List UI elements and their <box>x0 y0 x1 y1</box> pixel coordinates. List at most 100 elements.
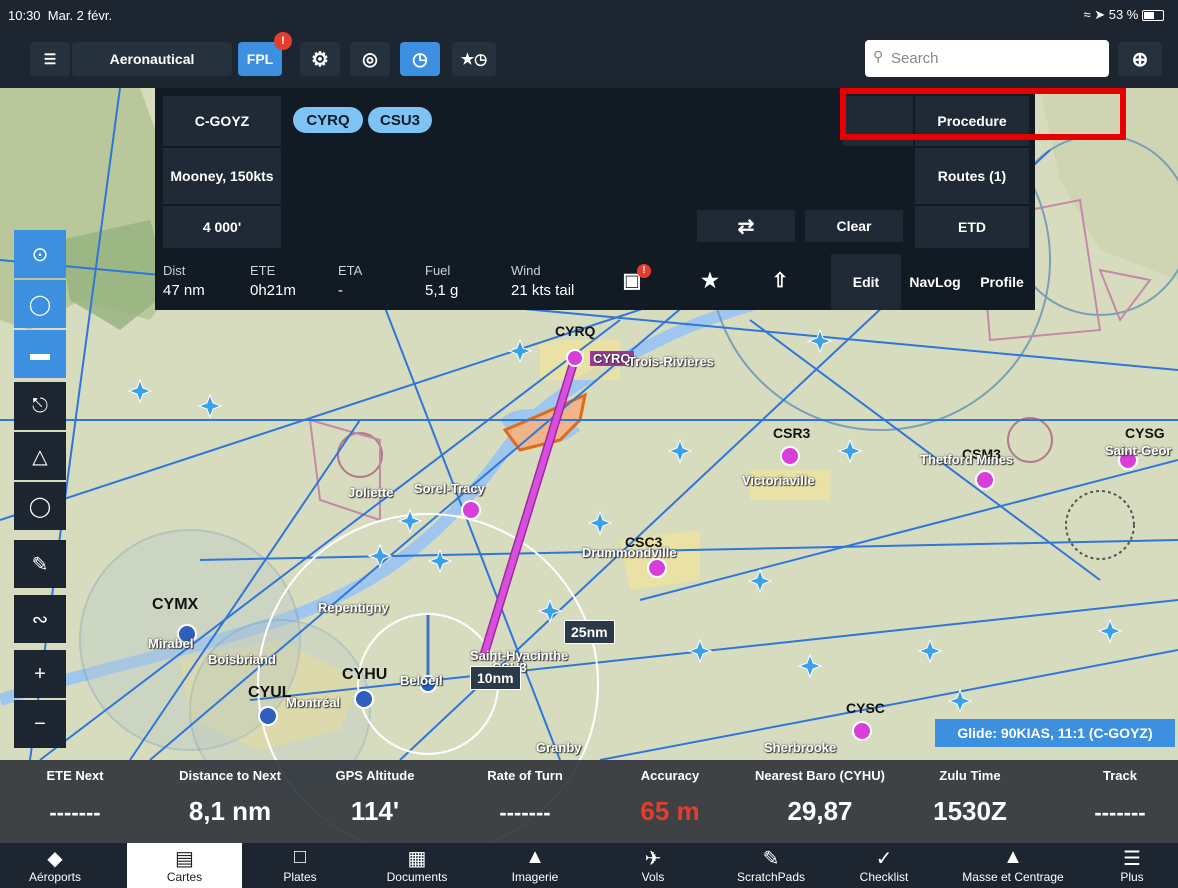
fpl-badge: ! <box>274 32 292 50</box>
layers-button[interactable]: ☰ <box>30 42 70 76</box>
waypoint-chip[interactable]: CSU3 <box>368 107 432 133</box>
share-button[interactable]: ⇧ <box>755 258 805 302</box>
map-icon: ▤ <box>175 848 194 870</box>
share-icon: ⇧ <box>771 269 789 292</box>
weight-icon: ▲ <box>1003 846 1023 868</box>
profile-view-button[interactable]: ⎋ <box>14 382 66 430</box>
tab-documents[interactable]: ▦ Documents <box>362 843 472 888</box>
accuracy-value: 65 m <box>640 796 700 826</box>
tab-plates[interactable]: □ Plates <box>245 843 355 888</box>
track-label: Track <box>1103 768 1137 783</box>
airport-marker <box>975 470 995 490</box>
tab-scratchpads[interactable]: ✎ ScratchPads <box>716 843 826 888</box>
tab-masse-centrage[interactable]: ▲ Masse et Centrage <box>948 843 1078 888</box>
zoom-in-button[interactable]: + <box>14 650 66 698</box>
tab-imagerie[interactable]: ▲ Imagerie <box>480 843 590 888</box>
city-label-beloeil: Beloeil <box>400 673 443 688</box>
highway-button[interactable]: ◯ <box>14 482 66 530</box>
documents-button[interactable]: ▣ ! <box>607 258 657 302</box>
tab-label: Cartes <box>166 870 203 884</box>
wifi-icon: ≈ <box>1083 7 1091 22</box>
airport-label-csr3[interactable]: CSR3 <box>773 425 810 441</box>
terrain-button[interactable]: △ <box>14 432 66 480</box>
plane-icon: ✈ <box>644 848 662 870</box>
profile-tab[interactable]: Profile <box>969 254 1035 310</box>
navlog-tab[interactable]: NavLog <box>903 254 967 310</box>
city-label-granby: Granby <box>536 740 582 755</box>
reverse-route-button[interactable]: ⇄ <box>697 210 795 242</box>
zoom-out-button[interactable]: − <box>14 700 66 748</box>
tab-bar: ◆ Aéroports ▤ Cartes □ Plates ▦ Documents ▲ I… <box>0 843 1178 888</box>
recent-favorites-button[interactable]: ★◷ <box>452 42 496 76</box>
star-clock-icon: ★◷ <box>460 51 488 68</box>
range-ring-label-10nm: 10nm <box>470 666 521 690</box>
routes-button[interactable]: Routes (1) <box>915 148 1029 204</box>
star-icon: ★ <box>701 269 719 292</box>
rate-of-turn-value: ------- <box>499 800 551 825</box>
gauge-icon: ◷ <box>412 48 428 69</box>
favorite-button[interactable]: ★ <box>685 258 735 302</box>
airport-label-cymx[interactable]: CYMX <box>152 596 198 614</box>
rate-of-turn-label: Rate of Turn <box>487 768 563 783</box>
distance-next-value: 8,1 nm <box>188 796 272 826</box>
track-up-button[interactable]: ⊙ <box>14 230 66 278</box>
tab-label: ScratchPads <box>736 870 806 884</box>
status-time: 10:30 Mar. 2 févr. <box>8 8 113 23</box>
etd-button[interactable]: ETD <box>915 206 1029 248</box>
airport-label-cyrq[interactable]: CYRQ <box>555 323 595 339</box>
aircraft-type-button[interactable]: Mooney, 150kts <box>163 148 281 204</box>
target-icon: ⊙ <box>31 243 49 266</box>
tab-label: Vols <box>641 870 665 884</box>
ete-value: 0h21m <box>250 282 296 299</box>
tab-plus[interactable]: ☰ Plus <box>1092 843 1172 888</box>
settings-button[interactable]: ⚙ <box>300 42 340 76</box>
tab-aeroports[interactable]: ◆ Aéroports <box>0 843 110 888</box>
glide-advisory[interactable]: Glide: 90KIAS, 11:1 (C-GOYZ) <box>935 719 1175 747</box>
city-label-drummondville: Drummondville <box>582 545 677 560</box>
waypoint-chip[interactable]: CYRQ <box>293 107 363 133</box>
status-bar: 10:30 Mar. 2 févr. ≈ ➤ 53 % <box>0 0 1178 30</box>
fpl-label: FPL <box>246 51 274 67</box>
route-tool-button[interactable]: ∾ <box>14 595 66 643</box>
crosshair-icon: ⊕ <box>1131 48 1149 71</box>
center-location-button[interactable]: ⊕ <box>1118 42 1162 76</box>
ownship-button[interactable]: ◯ <box>14 280 66 328</box>
clear-button[interactable]: Clear <box>805 210 903 242</box>
status-indicators: ≈ ➤ 53 % <box>1083 7 1164 23</box>
tab-cartes[interactable]: ▤ Cartes <box>127 843 242 888</box>
airport-label-cyhu[interactable]: CYHU <box>342 666 387 684</box>
runway-button[interactable]: ▬ <box>14 330 66 378</box>
ete-next-label: ETE Next <box>46 768 104 783</box>
airport-label-cysg[interactable]: CYSG <box>1125 425 1165 441</box>
airport-marker <box>647 558 667 578</box>
tab-label: Imagerie <box>511 870 559 884</box>
city-label-trois-rivieres: Trois-Rivières <box>628 354 714 369</box>
weather-button[interactable]: ◎ <box>350 42 390 76</box>
wind-label: Wind <box>511 263 541 278</box>
aircraft-id-button[interactable]: C-GOYZ <box>163 96 281 146</box>
instruments-button[interactable]: ◷ <box>400 42 440 76</box>
route-nodes-icon: ∾ <box>31 608 49 631</box>
restricted-area <box>1098 268 1152 323</box>
tab-checklist[interactable]: ✓ Checklist <box>834 843 934 888</box>
distance-next-label: Distance to Next <box>179 768 281 783</box>
fuel-label: Fuel <box>425 263 451 278</box>
instrument-strip[interactable]: ETE Next ------- Distance to Next 8,1 nm… <box>0 760 1178 843</box>
search-input[interactable]: ⚲ Search <box>865 40 1109 77</box>
map-layer-selector[interactable]: Aeronautical <box>72 42 232 76</box>
city-label-montreal: Montréal <box>286 695 341 710</box>
fpl-button[interactable]: FPL ! <box>238 32 292 76</box>
ete-label: ETE <box>250 263 276 278</box>
highlight-box <box>840 88 1126 140</box>
airport-marker <box>461 500 481 520</box>
edit-tab[interactable]: Edit <box>831 254 901 310</box>
draw-button[interactable]: ✎ <box>14 540 66 588</box>
runway-icon: ▬ <box>30 342 50 365</box>
altitude-button[interactable]: 4 000' <box>163 206 281 248</box>
airport-label-cysc[interactable]: CYSC <box>846 700 885 716</box>
airport-marker <box>354 689 374 709</box>
city-label-victoriaville: Victoriaville <box>742 473 815 488</box>
tab-vols[interactable]: ✈ Vols <box>598 843 708 888</box>
city-label-joliette: Joliette <box>348 485 394 500</box>
top-toolbar: ☰ Aeronautical FPL ! ⚙ ◎ ◷ ★◷ ⚲ Search ⊕ <box>0 30 1178 88</box>
